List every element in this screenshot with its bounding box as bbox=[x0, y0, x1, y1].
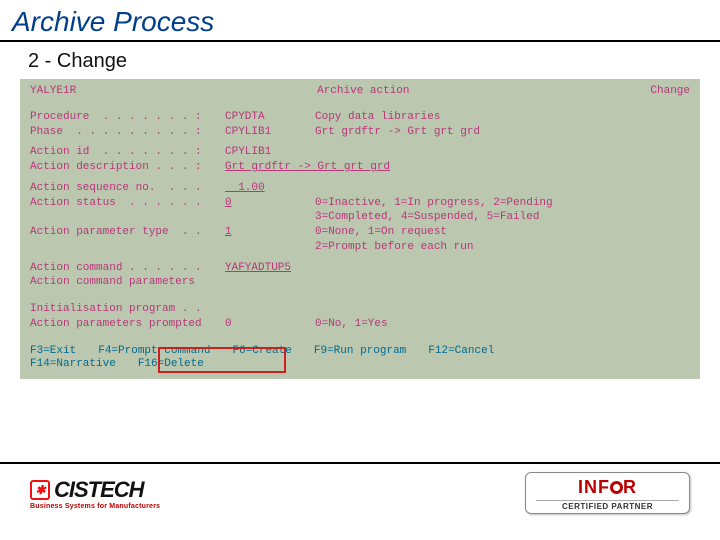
field-params-prompted: Action parameters prompted 0 0=No, 1=Yes bbox=[30, 318, 690, 332]
label: Action status . . . . . . bbox=[30, 197, 225, 211]
input-value[interactable]: 0 bbox=[225, 197, 315, 211]
input-value[interactable]: Grt grdftr -> Grt grt grd bbox=[225, 161, 390, 175]
function-keys: F3=Exit F4=Prompt command F6=Create F9=R… bbox=[30, 345, 690, 373]
field-action-param-type-2: 2=Prompt before each run bbox=[30, 241, 690, 255]
field-action-description[interactable]: Action description . . . : Grt grdftr ->… bbox=[30, 161, 690, 175]
label: Action id . . . . . . . : bbox=[30, 146, 225, 160]
label: Action parameters prompted bbox=[30, 318, 225, 332]
field-action-command[interactable]: Action command . . . . . . YAFYADTUP5 bbox=[30, 262, 690, 276]
label bbox=[30, 211, 225, 225]
gear-icon: ✱ bbox=[30, 480, 50, 500]
field-action-param-type[interactable]: Action parameter type . . 1 0=None, 1=On… bbox=[30, 226, 690, 240]
slide-title: Archive Process bbox=[0, 0, 720, 40]
field-action-status-2: 3=Completed, 4=Suspended, 5=Failed bbox=[30, 211, 690, 225]
infor-logo: INFR CERTIFIED PARTNER bbox=[525, 472, 690, 514]
value bbox=[225, 211, 315, 225]
field-phase: Phase . . . . . . . . . : CPYLIB1 Grt gr… bbox=[30, 126, 690, 140]
label: Action command . . . . . . bbox=[30, 262, 225, 276]
divider bbox=[0, 40, 720, 42]
label: Initialisation program . . bbox=[30, 303, 225, 317]
desc: Grt grdftr -> Grt grt grd bbox=[315, 126, 690, 140]
input-value[interactable] bbox=[225, 276, 315, 290]
desc: Copy data libraries bbox=[315, 111, 690, 125]
label: Action command parameters bbox=[30, 276, 225, 290]
value: CPYDTA bbox=[225, 111, 315, 125]
brand-text: INFR bbox=[536, 477, 679, 498]
input-value[interactable]: 1 bbox=[225, 226, 315, 240]
f14-narrative[interactable]: F14=Narrative bbox=[30, 358, 138, 372]
screen-mode: Change bbox=[650, 85, 690, 99]
desc: 0=Inactive, 1=In progress, 2=Pending bbox=[315, 197, 690, 211]
slide-footer: ✱ CISTECH Business Systems for Manufactu… bbox=[0, 462, 720, 540]
field-action-cmd-params[interactable]: Action command parameters bbox=[30, 276, 690, 290]
f16-delete[interactable]: F16=Delete bbox=[138, 358, 226, 372]
label: Action description . . . : bbox=[30, 161, 225, 175]
field-action-seq[interactable]: Action sequence no. . . . 1.00 bbox=[30, 182, 690, 196]
field-procedure: Procedure . . . . . . . : CPYDTA Copy da… bbox=[30, 111, 690, 125]
label: Procedure . . . . . . . : bbox=[30, 111, 225, 125]
value bbox=[225, 241, 315, 255]
terminal-screen: YALYE1R Archive action Change Procedure … bbox=[20, 79, 700, 379]
brand-text: CISTECH bbox=[54, 477, 144, 503]
label: Action parameter type . . bbox=[30, 226, 225, 240]
desc: 3=Completed, 4=Suspended, 5=Failed bbox=[315, 211, 690, 225]
input-value[interactable] bbox=[225, 303, 315, 317]
program-id: YALYE1R bbox=[30, 85, 76, 99]
desc: 0=No, 1=Yes bbox=[315, 318, 690, 332]
value: CPYLIB1 bbox=[225, 126, 315, 140]
f12-cancel[interactable]: F12=Cancel bbox=[428, 345, 516, 359]
cistech-logo: ✱ CISTECH Business Systems for Manufactu… bbox=[30, 477, 160, 510]
f3-exit[interactable]: F3=Exit bbox=[30, 345, 98, 359]
divider bbox=[0, 462, 720, 464]
screen-title: Archive action bbox=[76, 85, 650, 99]
field-action-id: Action id . . . . . . . : CPYLIB1 bbox=[30, 146, 690, 160]
circle-icon bbox=[610, 481, 623, 494]
f4-prompt-command[interactable]: F4=Prompt command bbox=[98, 345, 232, 359]
brand-tagline: CERTIFIED PARTNER bbox=[536, 500, 679, 511]
label bbox=[30, 241, 225, 255]
slide-subtitle: 2 - Change bbox=[0, 46, 720, 79]
f9-run-program[interactable]: F9=Run program bbox=[314, 345, 428, 359]
brand-tagline: Business Systems for Manufacturers bbox=[30, 503, 160, 510]
input-value[interactable]: YAFYADTUP5 bbox=[225, 262, 315, 276]
value: 0 bbox=[225, 318, 315, 332]
desc: 2=Prompt before each run bbox=[315, 241, 690, 255]
label: Phase . . . . . . . . . : bbox=[30, 126, 225, 140]
field-init-program[interactable]: Initialisation program . . bbox=[30, 303, 690, 317]
value: CPYLIB1 bbox=[225, 146, 315, 160]
label: Action sequence no. . . . bbox=[30, 182, 225, 196]
f6-create[interactable]: F6=Create bbox=[232, 345, 313, 359]
input-value[interactable]: 1.00 bbox=[225, 182, 315, 196]
field-action-status[interactable]: Action status . . . . . . 0 0=Inactive, … bbox=[30, 197, 690, 211]
desc: 0=None, 1=On request bbox=[315, 226, 690, 240]
